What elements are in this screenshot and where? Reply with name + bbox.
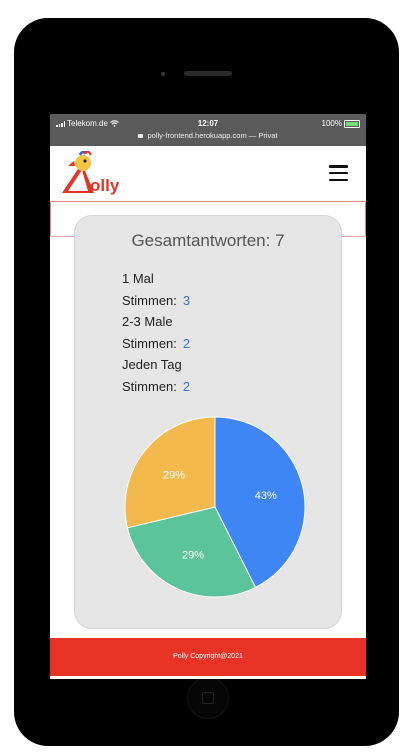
home-button[interactable] <box>187 677 229 719</box>
votes-label: Stimmen: <box>122 378 177 394</box>
answers-list: 1 Mal Stimmen: 3 2-3 Male Stimmen: 2 Jeden… <box>122 268 190 397</box>
status-bar: Telekom.de 12:07 100% polly-frontend.her… <box>50 114 366 146</box>
pie-slice-label: 43% <box>255 490 277 502</box>
battery-icon <box>344 119 360 128</box>
answer-votes-row: Stimmen: 2 <box>122 376 190 398</box>
front-camera <box>161 72 165 76</box>
pie-slice-label: 29% <box>182 549 204 561</box>
answer-votes-row: Stimmen: 2 <box>122 333 190 355</box>
footer: Polly Copyright@2021 <box>50 638 366 676</box>
url-text: polly-frontend.herokuapp.com — Privat <box>147 131 278 140</box>
votes-label: Stimmen: <box>122 335 177 351</box>
hamburger-menu-icon[interactable] <box>329 165 348 182</box>
polly-logo[interactable]: olly <box>60 151 126 197</box>
footer-copyright: Polly Copyright@2021 <box>173 653 243 660</box>
earpiece-speaker <box>184 71 232 76</box>
votes-count: 2 <box>182 335 191 351</box>
phone-screen: Telekom.de 12:07 100% polly-frontend.her… <box>50 114 366 679</box>
logo-text: olly <box>90 176 120 195</box>
status-time: 12:07 <box>197 119 219 128</box>
lock-icon <box>138 134 144 138</box>
pie-slice-label: 29% <box>163 470 185 482</box>
battery-area: 100% <box>322 119 360 128</box>
battery-percent: 100% <box>321 119 342 128</box>
answer-label: Jeden Tag <box>122 357 182 372</box>
app-header: olly <box>50 146 366 201</box>
answer-label: 2-3 Male <box>122 314 173 329</box>
votes-label: Stimmen: <box>122 292 177 308</box>
votes-count: 2 <box>182 378 191 394</box>
answer-label: 1 Mal <box>122 271 154 286</box>
votes-count: 3 <box>182 292 191 308</box>
address-bar[interactable]: polly-frontend.herokuapp.com — Privat <box>50 131 366 140</box>
answer-votes-row: Stimmen: 3 <box>122 290 190 312</box>
total-answers-label: Gesamtantworten: <box>131 231 271 250</box>
results-pie-chart: 43% 29% 29% <box>124 416 306 598</box>
total-answers-title: Gesamtantworten: 7 <box>75 231 341 251</box>
results-card: Gesamtantworten: 7 1 Mal Stimmen: 3 2-3 M… <box>74 215 342 629</box>
total-answers-value: 7 <box>275 231 285 250</box>
